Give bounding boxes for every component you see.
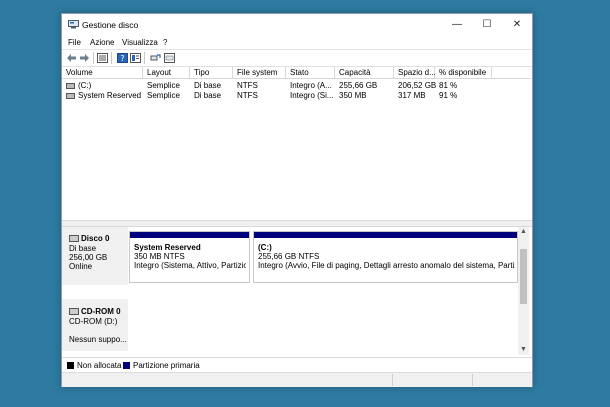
legend-swatch-unallocated bbox=[67, 362, 74, 369]
volume-layout: Semplice bbox=[147, 81, 180, 90]
column-header-file-system[interactable]: File system bbox=[233, 67, 286, 79]
disk-size: 256,00 GB bbox=[69, 253, 108, 262]
rescan-icon[interactable] bbox=[150, 53, 161, 63]
list-view-icon[interactable] bbox=[97, 53, 108, 63]
disk-map: Disco 0 Di base 256,00 GB Online System … bbox=[62, 227, 518, 355]
disk-title: Disco 0 bbox=[81, 234, 110, 243]
partition-status: Integro (Avvio, File di paging, Dettagli… bbox=[258, 261, 515, 270]
scroll-up-arrow-icon[interactable]: ▲ bbox=[518, 228, 529, 235]
volume-free-space: 206,52 GB bbox=[398, 81, 437, 90]
column-header-layout[interactable]: Layout bbox=[143, 67, 190, 79]
partition-c[interactable]: (C:) 255,66 GB NTFS Integro (Avvio, File… bbox=[253, 231, 518, 283]
disk-management-icon bbox=[68, 20, 79, 29]
partition-system-reserved[interactable]: System Reserved 350 MB NTFS Integro (Sis… bbox=[129, 231, 250, 283]
legend: Non allocata Partizione primaria bbox=[62, 357, 532, 372]
partition-name: (C:) bbox=[258, 243, 272, 252]
disk-map-scrollbar[interactable]: ▲ ▼ bbox=[518, 227, 529, 355]
column-header-filler bbox=[492, 67, 531, 79]
volume-file-system: NTFS bbox=[237, 81, 258, 90]
column-header-capacita[interactable]: Capacità bbox=[335, 67, 394, 79]
status-separator bbox=[472, 374, 473, 386]
hard-disk-icon bbox=[69, 235, 79, 243]
volume-name: (C:) bbox=[78, 81, 92, 90]
forward-arrow-icon[interactable] bbox=[79, 53, 90, 63]
partition-size: 255,66 GB NTFS bbox=[258, 252, 320, 261]
volume-type: Di base bbox=[194, 81, 222, 90]
volume-icon bbox=[66, 82, 75, 89]
settings-icon[interactable] bbox=[164, 53, 175, 63]
partition-name: System Reserved bbox=[134, 243, 201, 252]
disk-type: CD-ROM (D:) bbox=[69, 317, 118, 326]
disk-title: CD-ROM 0 bbox=[81, 307, 121, 316]
volume-capacity: 350 MB bbox=[339, 91, 367, 100]
legend-label-unallocated: Non allocata bbox=[77, 361, 122, 370]
status-bar bbox=[62, 372, 532, 387]
volume-status: Integro (Si... bbox=[290, 91, 334, 100]
menu-help[interactable]: ? bbox=[163, 38, 167, 47]
minimize-button[interactable]: — bbox=[442, 14, 472, 36]
column-header-volume[interactable]: Volume bbox=[62, 67, 143, 79]
volume-type: Di base bbox=[194, 91, 222, 100]
window-title: Gestione disco bbox=[82, 20, 139, 30]
disk-state: Nessun suppo... bbox=[69, 335, 127, 344]
volume-list: Volume Layout Tipo File system Stato Cap… bbox=[62, 67, 532, 220]
legend-label-primary: Partizione primaria bbox=[133, 361, 200, 370]
legend-swatch-primary bbox=[123, 362, 130, 369]
volume-capacity: 255,66 GB bbox=[339, 81, 378, 90]
scroll-down-arrow-icon[interactable]: ▼ bbox=[518, 346, 529, 353]
maximize-button[interactable]: ☐ bbox=[472, 14, 502, 36]
toolbar-separator bbox=[144, 52, 145, 64]
toolbar-separator bbox=[111, 52, 112, 64]
disk-management-window: Gestione disco — ☐ ✕ File Azione Visuali… bbox=[61, 13, 533, 387]
help-icon[interactable]: ? bbox=[117, 53, 128, 63]
cdrom-icon bbox=[69, 308, 79, 316]
partition-size: 350 MB NTFS bbox=[134, 252, 185, 261]
volume-name: System Reserved bbox=[78, 91, 142, 100]
column-header-stato[interactable]: Stato bbox=[286, 67, 335, 79]
toolbar-separator bbox=[93, 52, 94, 64]
pane-splitter[interactable] bbox=[62, 220, 532, 227]
menu-file[interactable]: File bbox=[68, 38, 81, 47]
volume-layout: Semplice bbox=[147, 91, 180, 100]
disk-0-label[interactable]: Disco 0 Di base 256,00 GB Online bbox=[62, 227, 128, 285]
disk-state: Online bbox=[69, 262, 93, 271]
title-bar[interactable]: Gestione disco — ☐ ✕ bbox=[62, 14, 532, 36]
partition-color-bar bbox=[254, 232, 517, 238]
volume-status: Integro (A... bbox=[290, 81, 332, 90]
partition-color-bar bbox=[130, 232, 249, 238]
volume-file-system: NTFS bbox=[237, 91, 258, 100]
properties-icon[interactable] bbox=[130, 53, 141, 63]
volume-free-space: 317 MB bbox=[398, 91, 426, 100]
column-header-spazio-disponibile[interactable]: Spazio d... bbox=[394, 67, 436, 79]
cdrom-0-label[interactable]: CD-ROM 0 CD-ROM (D:) Nessun suppo... bbox=[62, 299, 128, 351]
menu-bar: File Azione Visualizza ? bbox=[62, 36, 532, 49]
toolbar: ? bbox=[62, 49, 532, 67]
status-separator bbox=[392, 374, 393, 386]
column-header-tipo[interactable]: Tipo bbox=[190, 67, 233, 79]
volume-free-percent: 81 % bbox=[439, 81, 458, 90]
menu-azione[interactable]: Azione bbox=[90, 38, 114, 47]
column-header-percent-disponibile[interactable]: % disponibile bbox=[435, 67, 492, 79]
menu-visualizza[interactable]: Visualizza bbox=[122, 38, 158, 47]
close-button[interactable]: ✕ bbox=[502, 14, 532, 36]
scrollbar-thumb[interactable] bbox=[520, 249, 527, 304]
volume-free-percent: 91 % bbox=[439, 91, 458, 100]
disk-type: Di base bbox=[69, 244, 97, 253]
back-arrow-icon[interactable] bbox=[66, 53, 77, 63]
partition-status: Integro (Sistema, Attivo, Partizione pri… bbox=[134, 261, 246, 270]
volume-icon bbox=[66, 92, 75, 99]
svg-text:?: ? bbox=[120, 54, 124, 63]
